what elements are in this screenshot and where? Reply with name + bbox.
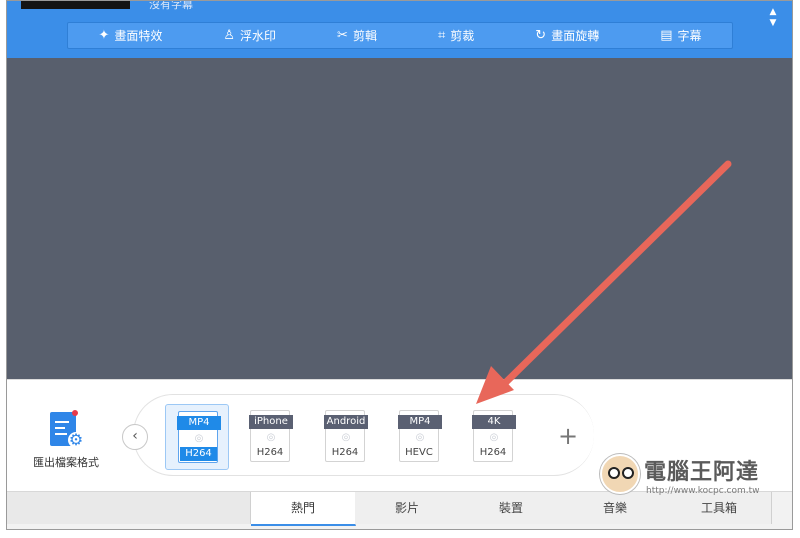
- film-reel-icon: ◎: [489, 432, 499, 443]
- add-format-button[interactable]: +: [555, 424, 581, 450]
- effects-button[interactable]: ✦ 畫面特效: [98, 27, 162, 44]
- video-preview-area: [7, 58, 792, 379]
- mascot-face-icon: [600, 454, 640, 494]
- format-mp4-h264[interactable]: MP4 ◎ H264: [165, 404, 229, 470]
- crop-button[interactable]: ⌗ 剪裁: [438, 27, 474, 44]
- format-codec-label: H264: [331, 447, 359, 458]
- stamp-icon: ♙: [223, 28, 236, 43]
- format-file-icon: 4K ◎ H264: [472, 410, 516, 462]
- tab-video[interactable]: 影片: [355, 492, 460, 524]
- tab-popular[interactable]: 熱門: [251, 492, 356, 526]
- watermark-title: 電腦王阿達: [644, 460, 760, 485]
- scroll-up-icon[interactable]: ▲: [767, 7, 779, 18]
- format-type-label: iPhone: [249, 415, 293, 429]
- format-type-label: MP4: [398, 415, 442, 429]
- carousel-prev-button[interactable]: ‹: [122, 424, 148, 450]
- watermark-url: http://www.kocpc.com.tw: [646, 486, 760, 496]
- cutoff-dark-block: [21, 1, 130, 9]
- format-type-label: Android: [324, 415, 368, 429]
- app-window: 沒有字幕 ▲ ▼ ✦ 畫面特效 ♙ 浮水印 ✂ 剪輯 ⌗ 剪裁 ↻ 畫面旋轉 ▤…: [6, 0, 793, 530]
- trim-label: 剪輯: [352, 29, 377, 43]
- format-type-label: MP4: [177, 416, 221, 430]
- subtitle-button[interactable]: ▤ 字幕: [660, 27, 701, 44]
- film-reel-icon: ◎: [194, 433, 204, 444]
- crop-label: 剪裁: [450, 29, 475, 43]
- top-toolbar: 沒有字幕 ▲ ▼ ✦ 畫面特效 ♙ 浮水印 ✂ 剪輯 ⌗ 剪裁 ↻ 畫面旋轉 ▤…: [7, 0, 792, 59]
- format-mp4-hevc[interactable]: MP4 ◎ HEVC: [387, 404, 451, 470]
- film-reel-icon: ◎: [341, 432, 351, 443]
- magic-wand-icon: ✦: [98, 28, 110, 43]
- format-file-icon: Android ◎ H264: [324, 410, 368, 462]
- format-codec-label: H264: [479, 447, 507, 458]
- format-android-h264[interactable]: Android ◎ H264: [313, 404, 377, 470]
- format-codec-label: H264: [256, 447, 284, 458]
- gear-icon: ⚙: [68, 430, 84, 449]
- format-4k-h264[interactable]: 4K ◎ H264: [461, 404, 525, 470]
- edit-tools-bar: ✦ 畫面特效 ♙ 浮水印 ✂ 剪輯 ⌗ 剪裁 ↻ 畫面旋轉 ▤ 字幕: [67, 22, 733, 49]
- tab-device[interactable]: 裝置: [459, 492, 564, 524]
- format-file-icon: MP4 ◎ HEVC: [398, 410, 442, 462]
- rotate-icon: ↻: [535, 28, 547, 43]
- watermark-label: 浮水印: [240, 29, 277, 43]
- toolbar-scroll[interactable]: ▲ ▼: [767, 7, 779, 29]
- format-codec-label: H264: [180, 447, 217, 461]
- format-type-label: 4K: [472, 415, 516, 429]
- watermark-button[interactable]: ♙ 浮水印: [223, 27, 276, 44]
- tabs-spacer: [7, 492, 251, 524]
- scroll-down-icon[interactable]: ▼: [767, 18, 779, 29]
- trim-button[interactable]: ✂ 剪輯: [337, 27, 377, 44]
- format-iphone-h264[interactable]: iPhone ◎ H264: [238, 404, 302, 470]
- film-reel-icon: ◎: [415, 432, 425, 443]
- export-format-icon: ⚙: [50, 410, 84, 449]
- rotate-label: 畫面旋轉: [551, 29, 600, 43]
- rotate-button[interactable]: ↻ 畫面旋轉: [535, 27, 599, 44]
- site-watermark: 電腦王阿達 http://www.kocpc.com.tw: [600, 452, 785, 502]
- subtitle-status-text: 沒有字幕: [149, 0, 193, 11]
- export-format-label: 匯出檔案格式: [33, 456, 99, 469]
- film-reel-icon: ◎: [266, 432, 276, 443]
- effects-label: 畫面特效: [114, 29, 163, 43]
- format-file-icon: iPhone ◎ H264: [249, 410, 293, 462]
- scissors-icon: ✂: [337, 28, 348, 43]
- export-format-button[interactable]: ⚙ 匯出檔案格式: [21, 410, 111, 470]
- notification-dot-icon: [72, 410, 78, 416]
- crop-icon: ⌗: [437, 28, 446, 43]
- format-file-icon: MP4 ◎ H264: [177, 411, 221, 463]
- format-codec-label: HEVC: [405, 447, 433, 458]
- subtitle-label: 字幕: [677, 29, 702, 43]
- subtitle-icon: ▤: [660, 28, 673, 43]
